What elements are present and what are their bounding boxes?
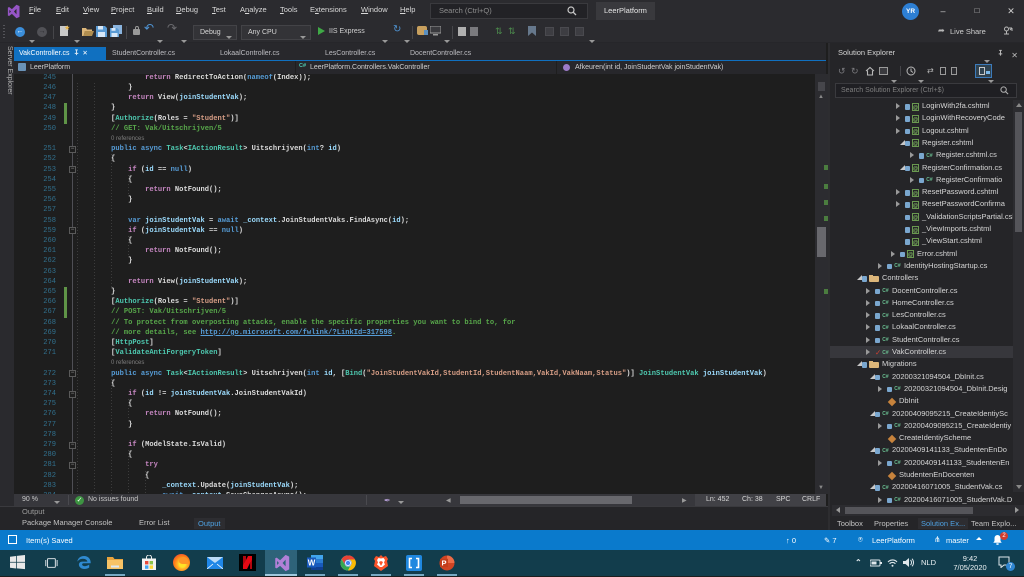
svg-text:W: W xyxy=(307,559,315,568)
svg-text:P: P xyxy=(441,558,446,567)
